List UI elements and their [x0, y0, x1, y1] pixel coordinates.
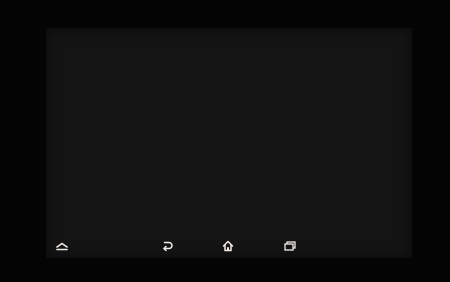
recent-apps-button[interactable]	[282, 238, 298, 254]
recent-apps-icon	[284, 241, 296, 251]
back-arrow-icon	[163, 241, 173, 251]
home-icon	[222, 240, 234, 252]
home-button[interactable]	[220, 238, 236, 254]
tablet-screen	[46, 28, 412, 258]
hide-navbar-button[interactable]	[54, 238, 70, 254]
chevron-up-icon	[56, 242, 68, 250]
back-button[interactable]	[159, 238, 175, 254]
screen-content	[46, 28, 412, 234]
device-bezel	[0, 0, 450, 282]
navigation-bar	[46, 234, 412, 258]
